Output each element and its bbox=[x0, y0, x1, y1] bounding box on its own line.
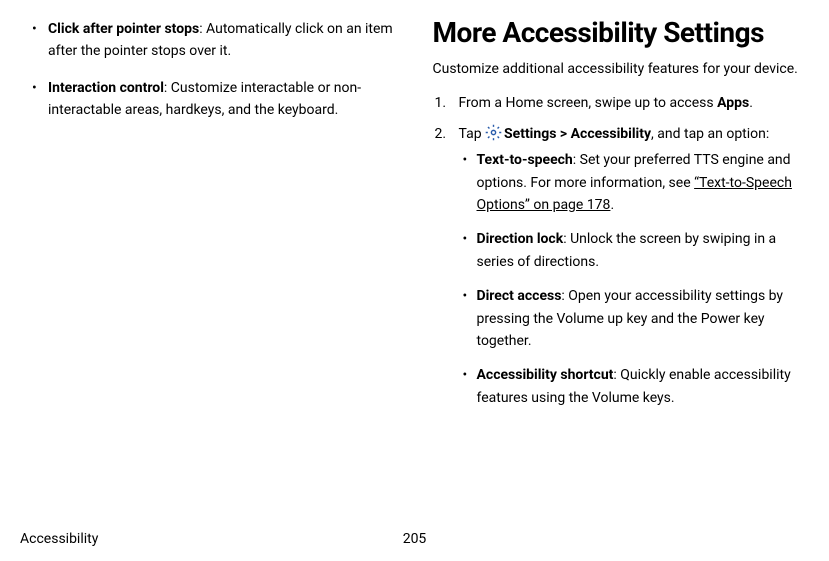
step-suffix: . bbox=[749, 95, 753, 111]
list-item: Accessibility shortcut: Quickly enable a… bbox=[459, 364, 810, 409]
footer-section-label: Accessibility bbox=[20, 531, 98, 547]
list-item: Text-to-speech: Set your preferred TTS e… bbox=[459, 149, 810, 216]
list-item: Click after pointer stops: Automatically… bbox=[20, 18, 397, 63]
step-suffix: , and tap an option: bbox=[651, 126, 769, 142]
step-bold: Settings bbox=[504, 126, 556, 142]
step-text: Tap bbox=[459, 126, 486, 142]
list-item: Direction lock: Unlock the screen by swi… bbox=[459, 228, 810, 273]
step-item: From a Home screen, swipe up to access A… bbox=[435, 92, 810, 114]
step-text: From a Home screen, swipe up to access bbox=[459, 95, 718, 111]
step-item: Tap Settings > Accessibility, and tap an… bbox=[435, 123, 810, 409]
step-sep: > bbox=[556, 126, 570, 142]
option-list: Text-to-speech: Set your preferred TTS e… bbox=[459, 149, 810, 409]
footer-page-number: 205 bbox=[403, 531, 427, 547]
option-desc-suffix: . bbox=[610, 197, 614, 213]
list-item: Direct access: Open your accessibility s… bbox=[459, 285, 810, 352]
option-title: Direction lock bbox=[477, 231, 564, 247]
left-option-list: Click after pointer stops: Automatically… bbox=[20, 18, 397, 122]
right-column: More Accessibility Settings Customize ad… bbox=[429, 18, 810, 543]
settings-icon bbox=[485, 124, 502, 141]
option-title: Accessibility shortcut bbox=[477, 367, 614, 383]
section-heading: More Accessibility Settings bbox=[433, 18, 810, 49]
step-bold: Accessibility bbox=[571, 126, 651, 142]
page-footer: Accessibility 205 bbox=[20, 531, 809, 547]
option-title: Click after pointer stops bbox=[48, 21, 199, 37]
step-bold: Apps bbox=[717, 95, 749, 111]
option-title: Interaction control bbox=[48, 80, 164, 96]
page-content: Click after pointer stops: Automatically… bbox=[20, 18, 809, 543]
list-item: Interaction control: Customize interacta… bbox=[20, 77, 397, 122]
left-column: Click after pointer stops: Automatically… bbox=[20, 18, 401, 543]
steps-list: From a Home screen, swipe up to access A… bbox=[435, 92, 810, 409]
option-title: Direct access bbox=[477, 288, 562, 304]
option-title: Text-to-speech bbox=[477, 152, 573, 168]
section-intro: Customize additional accessibility featu… bbox=[433, 59, 810, 81]
